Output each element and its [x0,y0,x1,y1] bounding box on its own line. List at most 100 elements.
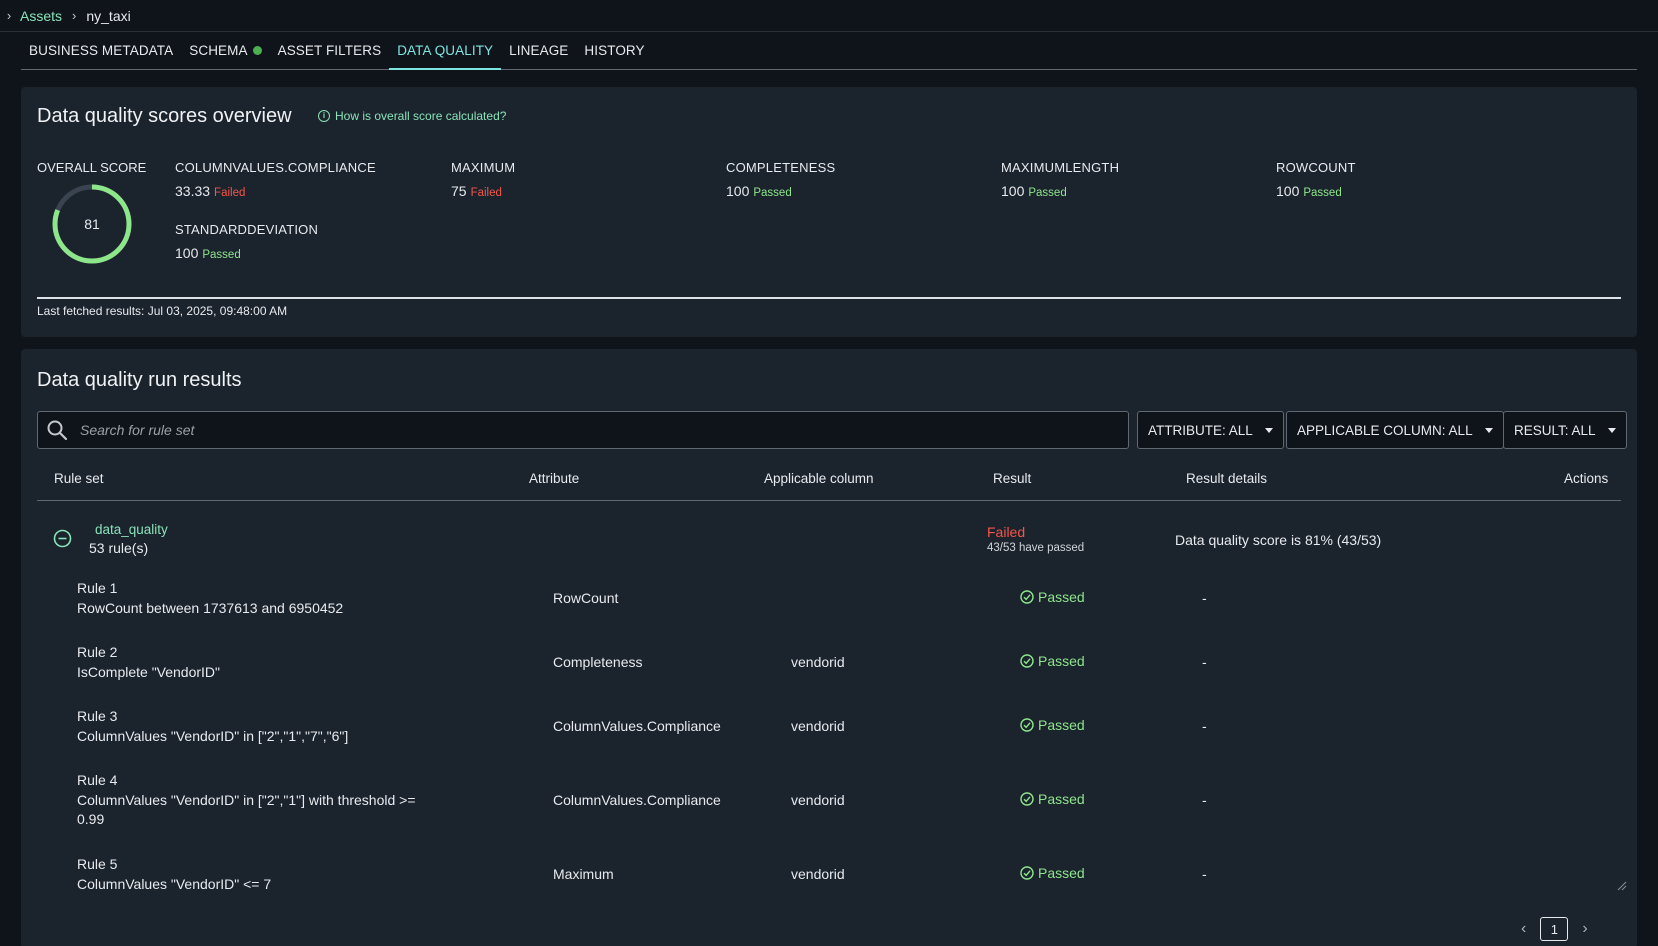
rule-result: Passed [1020,865,1085,881]
overview-title: Data quality scores overview [37,105,292,127]
metric-name: COMPLETENESS [726,160,836,175]
metric-status: Passed [753,187,792,199]
tab-label: LINEAGE [509,43,569,58]
rule-result-label: Passed [1038,717,1085,733]
score-help-link[interactable]: i How is overall score calculated? [318,109,506,123]
rule-details: - [1202,590,1207,606]
rule-attribute: Maximum [553,866,614,882]
metric-value: 100 [175,245,199,261]
metric-value: 75 [451,183,467,199]
metric-status: Passed [1303,187,1342,199]
filter-label: ATTRIBUTE: ALL [1148,422,1253,438]
metric-status: Passed [1028,187,1067,199]
rule-name: Rule 4 [77,772,118,788]
last-fetched-timestamp: Last fetched results: Jul 03, 2025, 09:4… [37,304,288,318]
rule-details: - [1202,792,1207,808]
tab-history[interactable]: HISTORY [576,32,652,69]
page-number-button[interactable]: 1 [1540,917,1569,941]
chevron-right-icon[interactable]: › [2,8,16,23]
rule-column: vendorid [791,792,845,808]
rule-name: Rule 1 [77,580,118,596]
rule-result: Passed [1020,653,1085,669]
check-circle-icon [1020,866,1034,880]
rule-name: Rule 5 [77,856,118,872]
search-icon [47,420,68,441]
search-box[interactable] [37,411,1129,449]
result-filter-dropdown[interactable]: RESULT: ALL [1503,411,1627,449]
tab-label: BUSINESS METADATA [29,43,174,58]
filter-label: RESULT: ALL [1514,422,1596,438]
rule-result: Passed [1020,589,1085,605]
rule-details: - [1202,654,1207,670]
metric-status: Failed [470,187,502,199]
check-circle-icon [1020,718,1034,732]
metric-standarddeviation: STANDARDDEVIATION 100 Passed [175,222,318,261]
metric-status: Passed [202,249,241,261]
info-icon: i [318,110,330,122]
rule-set-result-details: Data quality score is 81% (43/53) [1175,532,1382,548]
tab-lineage[interactable]: LINEAGE [501,32,576,69]
rule-result: Passed [1020,791,1085,807]
chevron-left-icon[interactable]: ‹ [1521,920,1526,938]
column-header-result[interactable]: Result [993,471,1031,486]
attribute-filter-dropdown[interactable]: ATTRIBUTE: ALL [1137,411,1284,449]
check-circle-icon [1020,654,1034,668]
metric-name: MAXIMUMLENGTH [1001,160,1120,175]
check-circle-icon [1020,792,1034,806]
status-dot-icon [252,46,262,55]
results-title: Data quality run results [37,369,242,391]
overall-score-value: 81 [84,216,100,232]
metric-value: 100 [1276,183,1300,199]
collapse-icon[interactable] [53,529,72,548]
rule-set-name-link[interactable]: data_quality [95,522,168,537]
caret-down-icon [1264,427,1273,433]
rule-description: ColumnValues "VendorID" in ["2","1"] wit… [77,792,416,827]
tab-label: HISTORY [584,43,645,58]
metric-value-row: 100 Passed [1001,183,1119,199]
rule-column: vendorid [791,654,845,670]
metric-name: MAXIMUM [451,160,516,175]
metric-name: ROWCOUNT [1276,160,1356,175]
tab-asset-filters[interactable]: ASSET FILTERS [270,32,390,69]
applicable-column-filter-dropdown[interactable]: APPLICABLE COLUMN: ALL [1286,411,1504,449]
rule-result-label: Passed [1038,589,1085,605]
rule-set-count: 53 rule(s) [89,540,149,556]
rule-attribute: ColumnValues.Compliance [553,792,721,808]
rule-details: - [1202,866,1207,882]
caret-down-icon [1607,427,1616,433]
column-header-result-details[interactable]: Result details [1186,471,1267,486]
breadcrumb-current: ny_taxi [86,7,131,24]
metric-columnvalues-compliance: COLUMNVALUES.COMPLIANCE 33.33 Failed [175,160,376,199]
metric-value-row: 75 Failed [451,183,515,199]
tab-schema[interactable]: SCHEMA [181,32,269,69]
rule-result: Passed [1020,717,1085,733]
table-scroll-clip [21,891,1637,909]
column-header-applicable-column[interactable]: Applicable column [764,471,874,486]
search-input[interactable] [80,422,1070,438]
tab-bar: BUSINESS METADATA SCHEMA ASSET FILTERS D… [21,32,1637,70]
metric-status: Failed [214,187,246,199]
rule-result-label: Passed [1038,865,1085,881]
filter-label: APPLICABLE COLUMN: ALL [1297,422,1473,438]
rule-set-row: data_quality 53 rule(s) Failed 43/53 hav… [37,509,1621,569]
metric-value-row: 33.33 Failed [175,183,376,199]
metric-maximumlength: MAXIMUMLENGTH 100 Passed [1001,160,1119,199]
tab-data-quality[interactable]: DATA QUALITY [389,32,502,70]
chevron-right-icon[interactable]: › [1582,920,1587,938]
metric-name: STANDARDDEVIATION [175,222,319,237]
tab-business-metadata[interactable]: BUSINESS METADATA [21,32,181,69]
column-header-rule-set[interactable]: Rule set [54,471,104,486]
rule-description: IsComplete "VendorID" [77,664,221,680]
metric-name: COLUMNVALUES.COMPLIANCE [175,160,376,175]
metric-maximum: MAXIMUM 75 Failed [451,160,515,199]
help-link-label: How is overall score calculated? [335,109,507,123]
metric-rowcount: ROWCOUNT 100 Passed [1276,160,1356,199]
rule-set-result: Failed [987,524,1026,540]
metric-completeness: COMPLETENESS 100 Passed [726,160,835,199]
column-header-attribute[interactable]: Attribute [529,471,579,486]
resize-handle-icon[interactable] [1617,881,1627,891]
rule-name: Rule 2 [77,644,118,660]
rule-set-result-summary: 43/53 have passed [987,542,1085,554]
breadcrumb-assets-link[interactable]: Assets [20,8,62,24]
scores-overview-panel: Data quality scores overview i How is ov… [21,87,1637,337]
